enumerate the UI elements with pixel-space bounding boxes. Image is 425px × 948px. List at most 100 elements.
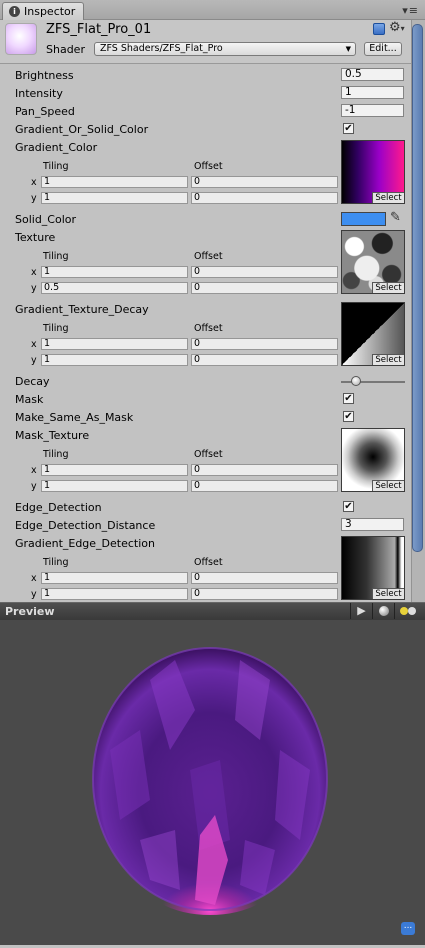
preview-options-button[interactable]: ... bbox=[401, 922, 415, 935]
gradient-texture-decay-tiling-x[interactable]: 1 bbox=[41, 338, 188, 350]
brightness-label: Brightness bbox=[15, 69, 74, 82]
texture-slot[interactable]: Select bbox=[341, 230, 405, 294]
light-toggle-icon[interactable] bbox=[394, 603, 422, 619]
dropdown-arrow-icon: ▼ bbox=[345, 45, 351, 53]
gradient-color-tiling-x[interactable]: 1 bbox=[41, 176, 188, 188]
edit-shader-button[interactable]: Edit... bbox=[364, 42, 402, 56]
gradient-texture-decay-tiling-y[interactable]: 1 bbox=[41, 354, 188, 366]
texture-label: Texture bbox=[15, 231, 56, 244]
texture-offset-y[interactable]: 0 bbox=[191, 282, 338, 294]
gradient-color-tiling-y[interactable]: 1 bbox=[41, 192, 188, 204]
texture-select-button[interactable]: Select bbox=[372, 282, 404, 293]
gradient-texture-decay-offset-label: Offset bbox=[194, 323, 223, 334]
preview-viewport[interactable] bbox=[0, 620, 425, 945]
gradient-color-select-button[interactable]: Select bbox=[372, 192, 404, 203]
mask-texture-x-label: x bbox=[31, 465, 37, 476]
inspector-tab-label: Inspector bbox=[24, 5, 76, 18]
gradient-or-solid-label: Gradient_Or_Solid_Color bbox=[15, 123, 149, 136]
shader-dropdown[interactable]: ZFS Shaders/ZFS_Flat_Pro ▼ bbox=[94, 42, 356, 56]
gradient-color-offset-x[interactable]: 0 bbox=[191, 176, 338, 188]
texture-tiling-x[interactable]: 1 bbox=[41, 266, 188, 278]
tab-menu-icon[interactable]: ▾≡ bbox=[402, 4, 419, 17]
gradient-color-offset-y[interactable]: 0 bbox=[191, 192, 338, 204]
preview-title: Preview bbox=[5, 605, 55, 618]
gradient-color-tiling-label: Tiling bbox=[43, 161, 69, 172]
mask-texture-tiling-x[interactable]: 1 bbox=[41, 464, 188, 476]
texture-offset-label: Offset bbox=[194, 251, 223, 262]
edge-detection-label: Edge_Detection bbox=[15, 501, 102, 514]
info-icon: i bbox=[9, 6, 20, 17]
texture-tiling-y[interactable]: 0.5 bbox=[41, 282, 188, 294]
gradient-or-solid-checkbox[interactable]: ✔ bbox=[343, 123, 354, 134]
solid-color-label: Solid_Color bbox=[15, 213, 77, 226]
intensity-label: Intensity bbox=[15, 87, 63, 100]
texture-y-label: y bbox=[31, 283, 37, 294]
mask-texture-select-button[interactable]: Select bbox=[372, 480, 404, 491]
make-same-as-mask-label: Make_Same_As_Mask bbox=[15, 411, 134, 424]
gradient-texture-decay-select-button[interactable]: Select bbox=[372, 354, 404, 365]
light-two-glyph bbox=[408, 607, 416, 615]
intensity-field[interactable]: 1 bbox=[341, 86, 404, 99]
sphere-mesh-glyph bbox=[379, 606, 389, 616]
gradient-edge-detection-tiling-label: Tiling bbox=[43, 557, 69, 568]
make-same-as-mask-checkbox[interactable]: ✔ bbox=[343, 411, 354, 422]
texture-offset-x[interactable]: 0 bbox=[191, 266, 338, 278]
shader-dropdown-value: ZFS Shaders/ZFS_Flat_Pro bbox=[100, 43, 223, 54]
decay-slider-knob[interactable] bbox=[350, 376, 361, 386]
edge-detection-distance-field[interactable]: 3 bbox=[341, 518, 404, 531]
gradient-texture-decay-x-label: x bbox=[31, 339, 37, 350]
preview-sphere bbox=[92, 647, 328, 915]
gradient-edge-detection-tiling-y[interactable]: 1 bbox=[41, 588, 188, 600]
gear-icon[interactable]: ⚙▾ bbox=[389, 20, 405, 35]
gradient-edge-detection-offset-y[interactable]: 0 bbox=[191, 588, 338, 600]
gradient-texture-decay-offset-y[interactable]: 0 bbox=[191, 354, 338, 366]
mask-checkbox[interactable]: ✔ bbox=[343, 393, 354, 404]
mask-texture-tiling-y[interactable]: 1 bbox=[41, 480, 188, 492]
gradient-texture-decay-tiling-label: Tiling bbox=[43, 323, 69, 334]
pan-speed-field[interactable]: -1 bbox=[341, 104, 404, 117]
gradient-texture-decay-label: Gradient_Texture_Decay bbox=[15, 303, 149, 316]
decay-label: Decay bbox=[15, 375, 50, 388]
material-name: ZFS_Flat_Pro_01 bbox=[46, 22, 152, 37]
gradient-color-label: Gradient_Color bbox=[15, 141, 98, 154]
mask-label: Mask bbox=[15, 393, 44, 406]
sphere-mesh-icon[interactable] bbox=[372, 603, 394, 619]
gradient-color-y-label: y bbox=[31, 193, 37, 204]
gradient-texture-decay-y-label: y bbox=[31, 355, 37, 366]
mask-texture-offset-label: Offset bbox=[194, 449, 223, 460]
help-book-icon[interactable] bbox=[373, 23, 385, 35]
shader-label: Shader bbox=[46, 43, 85, 56]
solid-color-swatch[interactable] bbox=[341, 212, 386, 226]
gradient-color-offset-label: Offset bbox=[194, 161, 223, 172]
gradient-edge-detection-y-label: y bbox=[31, 589, 37, 600]
material-properties: Brightness 0.5 Intensity 1 Pan_Speed -1 … bbox=[0, 64, 411, 602]
edge-detection-checkbox[interactable]: ✔ bbox=[343, 501, 354, 512]
gradient-edge-detection-slot[interactable]: Select bbox=[341, 536, 405, 600]
scrollbar-thumb[interactable] bbox=[412, 24, 423, 552]
play-icon[interactable]: ▶ bbox=[350, 603, 372, 619]
mask-texture-offset-x[interactable]: 0 bbox=[191, 464, 338, 476]
brightness-field[interactable]: 0.5 bbox=[341, 68, 404, 81]
eyedropper-icon[interactable]: ✎ bbox=[390, 210, 401, 225]
gradient-edge-detection-select-button[interactable]: Select bbox=[372, 588, 404, 599]
texture-tiling-label: Tiling bbox=[43, 251, 69, 262]
mask-texture-label: Mask_Texture bbox=[15, 429, 90, 442]
mask-texture-y-label: y bbox=[31, 481, 37, 492]
pan-speed-label: Pan_Speed bbox=[15, 105, 75, 118]
gradient-edge-detection-tiling-x[interactable]: 1 bbox=[41, 572, 188, 584]
gradient-edge-detection-offset-x[interactable]: 0 bbox=[191, 572, 338, 584]
gradient-edge-detection-offset-label: Offset bbox=[194, 557, 223, 568]
texture-x-label: x bbox=[31, 267, 37, 278]
gradient-texture-decay-slot[interactable]: Select bbox=[341, 302, 405, 366]
gradient-color-x-label: x bbox=[31, 177, 37, 188]
mask-texture-slot[interactable]: Select bbox=[341, 428, 405, 492]
inspector-tab[interactable]: i Inspector bbox=[2, 2, 84, 20]
mask-texture-tiling-label: Tiling bbox=[43, 449, 69, 460]
edge-detection-distance-label: Edge_Detection_Distance bbox=[15, 519, 156, 532]
gradient-color-texture-slot[interactable]: Select bbox=[341, 140, 405, 204]
gradient-texture-decay-offset-x[interactable]: 0 bbox=[191, 338, 338, 350]
gradient-edge-detection-label: Gradient_Edge_Detection bbox=[15, 537, 155, 550]
mask-texture-offset-y[interactable]: 0 bbox=[191, 480, 338, 492]
material-preview-icon bbox=[5, 23, 37, 55]
light-one-glyph bbox=[400, 607, 408, 615]
